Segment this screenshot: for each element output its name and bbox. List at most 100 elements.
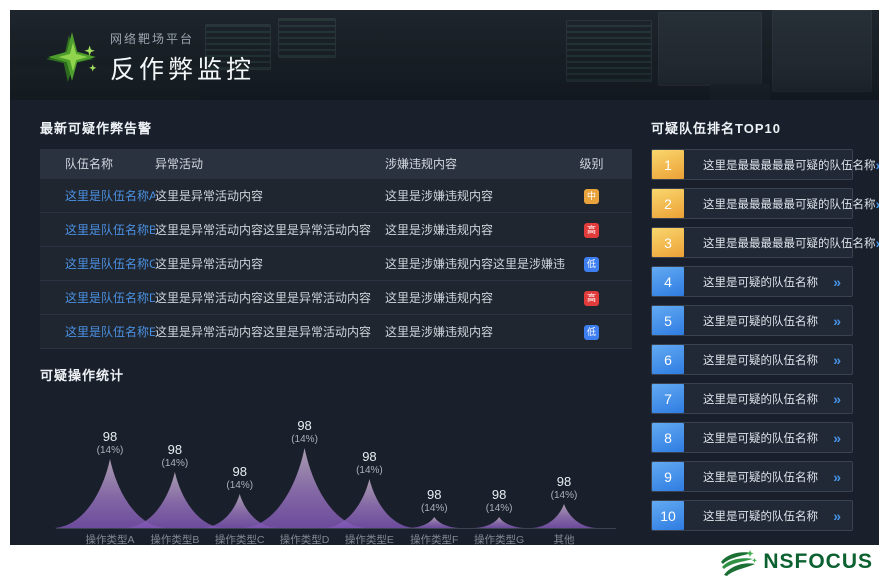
team-name-link[interactable]: 这里是队伍名称E (65, 323, 155, 340)
ranking-section-title: 可疑队伍排名TOP10 (651, 118, 853, 137)
value-label: 98 (492, 487, 506, 502)
percent-label: (14%) (162, 458, 189, 469)
violation-content-cell: 这里是涉嫌违规内容 (385, 289, 565, 306)
column-header: 涉嫌违规内容 (385, 155, 565, 172)
alerts-section-title: 最新可疑作弊告警 (40, 118, 632, 137)
level-badge: 高 (584, 223, 599, 238)
ranking-item[interactable]: 10这里是可疑的队伍名称» (651, 500, 853, 531)
ranking-item[interactable]: 1这里是最最最最最可疑的队伍名称» (651, 149, 853, 180)
ranking-team-name: 这里是最最最最最可疑的队伍名称 (703, 157, 876, 173)
nsfocus-logo-icon (719, 549, 757, 576)
alerts-table: 队伍名称异常活动涉嫌违规内容级别这里是队伍名称A这里是异常活动内容这里是涉嫌违规… (40, 149, 632, 349)
level-badge: 低 (584, 257, 599, 272)
value-label: 98 (232, 464, 246, 479)
ranking-item[interactable]: 8 这里是可疑的队伍名称 » (651, 422, 853, 453)
ranking-item-body: 这里是可疑的队伍名称 » (684, 423, 852, 452)
level-badge: 中 (584, 189, 599, 204)
abnormal-activity-cell: 这里是异常活动内容这里是异常活动内容 (155, 323, 385, 340)
abnormal-activity-cell: 这里是异常活动内容 (155, 187, 385, 204)
rank-number-badge: 9 (652, 462, 684, 491)
percent-label: (14%) (421, 503, 448, 514)
value-label: 98 (297, 418, 311, 433)
violation-content-cell: 这里是涉嫌违规内容 (385, 221, 565, 238)
app-header: 网络靶场平台 反作弊监控 (10, 10, 879, 100)
platform-logo-icon (44, 30, 100, 86)
ranking-team-name: 这里是可疑的队伍名称 (703, 469, 818, 485)
rank-number-badge: 8 (652, 423, 684, 452)
rank-number-badge: 2 (652, 189, 684, 218)
peak-area (54, 459, 166, 528)
value-label: 98 (557, 474, 571, 489)
category-label: 操作类型E (345, 533, 394, 545)
double-chevron-icon: » (833, 274, 841, 290)
double-chevron-icon: » (833, 508, 841, 524)
table-row: 这里是队伍名称D这里是异常活动内容这里是异常活动内容这里是涉嫌违规内容 高 (40, 280, 632, 314)
level-cell: 高 (565, 222, 618, 238)
ranking-list: 1这里是最最最最最可疑的队伍名称» 2这里是最最最最最可疑的队伍名称» 3这里是最最… (651, 149, 853, 531)
violation-content-cell: 这里是涉嫌违规内容这里是涉嫌违规内容 (385, 255, 565, 272)
page: 网络靶场平台 反作弊监控 最新可疑作弊告警 队伍名称异常活动涉嫌违规内容级别这里… (0, 0, 889, 579)
ranking-team-name: 这里是可疑的队伍名称 (703, 274, 818, 290)
level-badge: 低 (584, 325, 599, 340)
ranking-item-body: 这里是可疑的队伍名称 » (684, 267, 852, 296)
ranking-item-body: 这里是可疑的队伍名称» (684, 306, 852, 335)
team-name-link[interactable]: 这里是队伍名称D (65, 289, 155, 306)
suspicious-operations-chart: 98(14%)操作类型A98(14%)操作类型B98(14%)操作类型C98(1… (40, 396, 632, 545)
team-name-link[interactable]: 这里是队伍名称A (65, 187, 155, 204)
abnormal-activity-cell: 这里是异常活动内容这里是异常活动内容 (155, 221, 385, 238)
double-chevron-icon: » (833, 430, 841, 446)
level-cell: 低 (565, 324, 618, 340)
double-chevron-icon: » (876, 157, 880, 173)
column-header: 异常活动 (155, 155, 385, 172)
category-label: 操作类型D (280, 533, 330, 545)
ranking-team-name: 这里是可疑的队伍名称 (703, 352, 818, 368)
ranking-item[interactable]: 7这里是可疑的队伍名称» (651, 383, 853, 414)
level-badge: 高 (584, 291, 599, 306)
ranking-item[interactable]: 4这里是可疑的队伍名称» (651, 266, 853, 297)
table-row: 这里是队伍名称E这里是异常活动内容这里是异常活动内容这里是涉嫌违规内容 低 (40, 314, 632, 348)
peak-area (409, 517, 460, 528)
percent-label: (14%) (551, 490, 578, 501)
category-label: 操作类型C (215, 533, 265, 545)
brand: 网络靶场平台 反作弊监控 (44, 30, 255, 86)
value-label: 98 (427, 487, 441, 502)
ranking-item[interactable]: 9这里是可疑的队伍名称» (651, 461, 853, 492)
table-row: 这里是队伍名称A这里是异常活动内容这里是涉嫌违规内容 中 (40, 178, 632, 212)
left-column: 最新可疑作弊告警 队伍名称异常活动涉嫌违规内容级别这里是队伍名称A这里是异常活动… (40, 114, 632, 545)
abnormal-activity-cell: 这里是异常活动内容这里是异常活动内容 (155, 289, 385, 306)
nsfocus-logo-text: NSFOCUS (763, 550, 873, 574)
category-label: 操作类型A (85, 533, 134, 545)
page-title: 反作弊监控 (110, 50, 255, 86)
category-label: 操作类型G (474, 533, 524, 545)
ranking-team-name: 这里是可疑的队伍名称 (703, 508, 818, 524)
main-content: 最新可疑作弊告警 队伍名称异常活动涉嫌违规内容级别这里是队伍名称A这里是异常活动… (10, 100, 879, 545)
ranking-item[interactable]: 6这里是可疑的队伍名称» (651, 344, 853, 375)
double-chevron-icon: » (876, 235, 880, 251)
ranking-team-name: 这里是可疑的队伍名称 (703, 430, 818, 446)
table-row: 这里是队伍名称B这里是异常活动内容这里是异常活动内容这里是涉嫌违规内容 高 (40, 212, 632, 246)
ranking-team-name: 这里是最最最最最可疑的队伍名称 (703, 196, 876, 212)
ranking-team-name: 这里是最最最最最可疑的队伍名称 (703, 235, 876, 251)
level-cell: 低 (565, 256, 618, 272)
ranking-item-body: 这里是最最最最最可疑的队伍名称» (684, 189, 879, 218)
column-header: 队伍名称 (65, 155, 155, 172)
rank-number-badge: 6 (652, 345, 684, 374)
category-label: 操作类型F (410, 533, 458, 545)
level-cell: 高 (565, 290, 618, 306)
value-label: 98 (168, 442, 182, 457)
team-name-link[interactable]: 这里是队伍名称C (65, 255, 155, 272)
ranking-item[interactable]: 5这里是可疑的队伍名称» (651, 305, 853, 336)
team-name-link[interactable]: 这里是队伍名称B (65, 221, 155, 238)
value-label: 98 (103, 429, 117, 444)
chart-section: 可疑操作统计 98(14%)操作类型A98(14%)操作类型B98(14%)操作… (40, 365, 632, 545)
violation-content-cell: 这里是涉嫌违规内容 (385, 187, 565, 204)
value-label: 98 (362, 449, 376, 464)
app-window: 网络靶场平台 反作弊监控 最新可疑作弊告警 队伍名称异常活动涉嫌违规内容级别这里… (10, 10, 879, 545)
category-label: 操作类型B (150, 533, 199, 545)
rank-number-badge: 5 (652, 306, 684, 335)
ranking-item[interactable]: 2这里是最最最最最可疑的队伍名称» (651, 188, 853, 219)
percent-label: (14%) (486, 503, 513, 514)
ranking-item[interactable]: 3这里是最最最最最可疑的队伍名称» (651, 227, 853, 258)
violation-content-cell: 这里是涉嫌违规内容 (385, 323, 565, 340)
level-cell: 中 (565, 188, 618, 204)
